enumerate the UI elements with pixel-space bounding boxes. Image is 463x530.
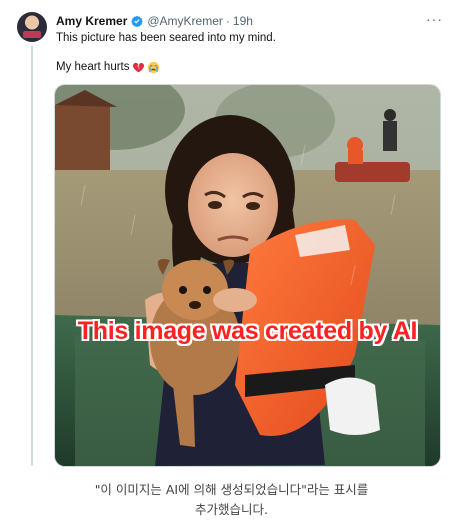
- thread-line: [31, 46, 33, 466]
- ai-generated-label: This image was created by AI: [77, 317, 418, 345]
- tweet-text-line2-label: My heart hurts: [56, 61, 130, 73]
- more-options-icon[interactable]: ···: [426, 11, 443, 27]
- separator-dot: ·: [225, 14, 230, 28]
- crying-face-icon: [147, 61, 159, 74]
- caption-line1: "이 이미지는 AI에 의해 생성되었습니다"라는 표시를: [94, 482, 369, 497]
- tweet-text-line2: My heart hurts: [56, 60, 160, 75]
- caption: "이 이미지는 AI에 의해 생성되었습니다"라는 표시를 추가했습니다.: [0, 480, 463, 520]
- avatar[interactable]: [17, 12, 47, 42]
- author-name[interactable]: Amy Kremer: [56, 13, 127, 29]
- flood-photo: [55, 85, 440, 466]
- tweet-header: Amy Kremer @AmyKremer · 19h ···: [56, 11, 443, 29]
- verified-badge-icon: [131, 15, 144, 27]
- timestamp[interactable]: 19h: [233, 13, 253, 29]
- caption-line2: 추가했습니다.: [195, 502, 268, 517]
- author-handle[interactable]: @AmyKremer: [147, 13, 223, 29]
- tweet: Amy Kremer @AmyKremer · 19h ··· This pic…: [0, 0, 463, 470]
- broken-heart-icon: [132, 62, 144, 73]
- tweet-media-image[interactable]: This image was created by AI: [54, 84, 441, 467]
- avatar-badge: [23, 31, 41, 38]
- tweet-text-line1: This picture has been seared into my min…: [56, 32, 276, 44]
